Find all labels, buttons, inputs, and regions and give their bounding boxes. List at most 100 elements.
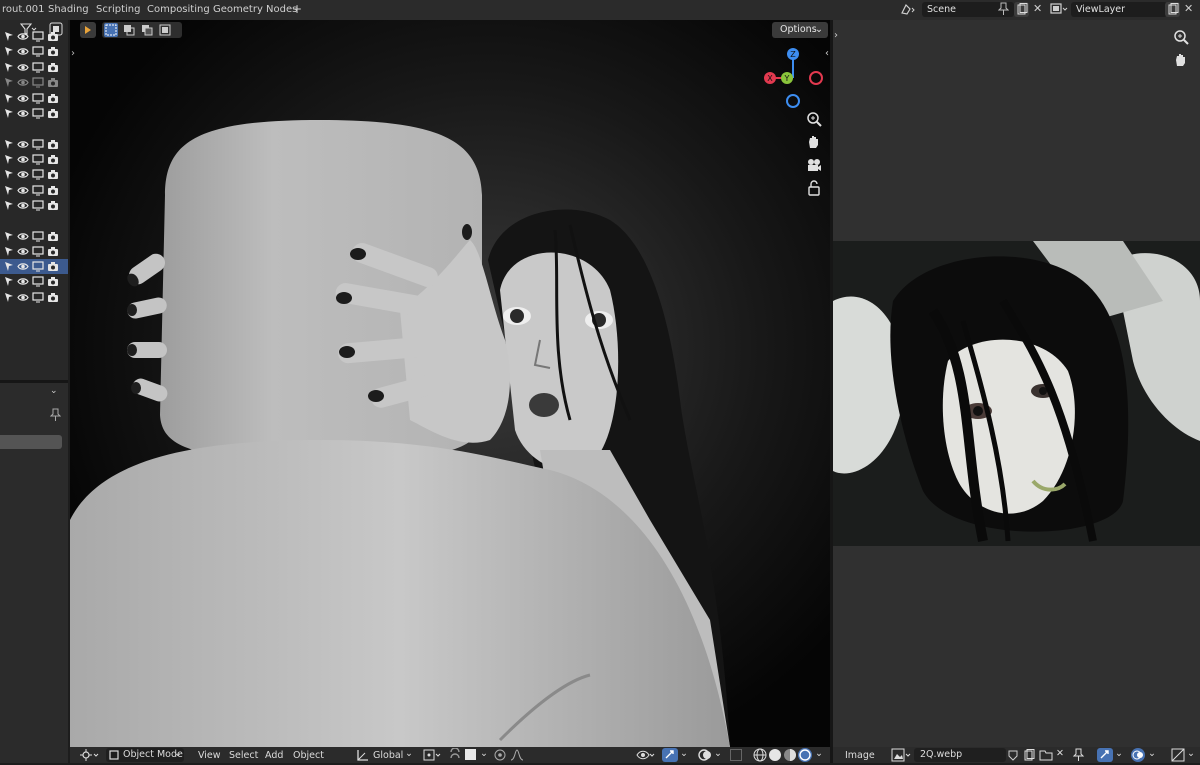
display-channels-icon[interactable] [1171,748,1185,765]
select-box-icon[interactable] [104,23,118,37]
outliner-row[interactable] [0,198,68,213]
menu-view[interactable]: View [198,750,221,761]
monitor-icon[interactable] [32,185,44,196]
lock-icon[interactable] [807,180,821,196]
eye-icon[interactable] [17,93,29,104]
view-layer-icon[interactable] [1050,2,1070,19]
selectable-icon[interactable] [4,46,14,57]
eye-icon[interactable] [17,62,29,73]
close-image-icon[interactable]: ✕ [1056,748,1064,759]
new-scene-button[interactable] [1014,2,1029,17]
axis-neg-z-ball[interactable] [786,94,800,108]
monitor-icon[interactable] [32,261,44,272]
fake-user-icon[interactable] [1007,749,1019,764]
material-shading-icon[interactable] [783,748,797,765]
eye-icon[interactable] [17,139,29,150]
gizmo-toggle-icon[interactable] [662,748,678,762]
menu-add[interactable]: Add [265,750,283,761]
chevron-left-icon[interactable]: ‹ [825,48,829,59]
render-camera-icon[interactable] [47,169,59,180]
options-button[interactable]: Options ⌄ [772,22,828,38]
falloff-icon[interactable] [510,749,524,764]
monitor-icon[interactable] [32,154,44,165]
render-camera-icon[interactable] [47,139,59,150]
outliner-row[interactable] [0,259,68,274]
outliner-row[interactable] [0,106,68,121]
render-camera-icon[interactable] [47,261,59,272]
outliner-row[interactable] [0,229,68,244]
render-camera-icon[interactable] [47,276,59,287]
overlays-icon[interactable] [698,748,712,765]
editor-type-icon[interactable] [80,748,100,765]
render-camera-icon[interactable] [47,292,59,303]
pin-icon[interactable] [997,2,1010,18]
monitor-icon[interactable] [32,246,44,257]
transform-orientation-dropdown[interactable]: Global [373,750,403,761]
proportional-edit-icon[interactable] [494,749,506,764]
eye-icon[interactable] [17,46,29,57]
image-editor[interactable]: › [833,20,1200,747]
outliner-row[interactable] [0,244,68,259]
eye-icon[interactable] [17,292,29,303]
solid-shading-icon[interactable] [768,748,782,765]
monitor-icon[interactable] [32,169,44,180]
outliner-row[interactable] [0,91,68,106]
selectable-icon[interactable] [4,154,14,165]
monitor-icon[interactable] [32,292,44,303]
outliner-row[interactable] [0,137,68,152]
outliner-row[interactable] [0,167,68,182]
select-subtract-icon[interactable] [140,23,154,40]
outliner-row[interactable] [0,152,68,167]
eye-icon[interactable] [17,276,29,287]
property-field[interactable] [0,435,62,449]
monitor-icon[interactable] [32,77,44,88]
snap-target-icon[interactable] [465,749,476,760]
image-browse-icon[interactable] [891,748,913,765]
selectable-icon[interactable] [4,62,14,73]
selectable-icon[interactable] [4,276,14,287]
outliner-row[interactable] [0,75,68,90]
menu-object[interactable]: Object [293,750,324,761]
eye-icon[interactable] [17,246,29,257]
pin-icon[interactable] [49,408,62,424]
tab-compositing[interactable]: Compositing [147,4,210,15]
eye-icon[interactable] [17,261,29,272]
selectable-icon[interactable] [4,93,14,104]
selectable-icon[interactable] [4,77,14,88]
close-view-layer-icon[interactable]: ✕ [1184,2,1193,15]
tab-geometry-nodes[interactable]: Geometry Nodes [213,4,297,15]
render-camera-icon[interactable] [47,31,59,42]
eye-icon[interactable] [17,200,29,211]
view-layer-field[interactable]: ViewLayer [1071,2,1167,17]
eye-icon[interactable] [17,77,29,88]
hand-pan-icon[interactable] [1173,52,1189,68]
render-camera-icon[interactable] [47,231,59,242]
mode-dropdown[interactable]: Object Mode ⌄ [106,748,184,762]
monitor-icon[interactable] [32,108,44,119]
overlays-icon[interactable] [1131,748,1145,762]
chevron-down-icon[interactable]: ⌄ [50,386,58,396]
monitor-icon[interactable] [32,93,44,104]
monitor-icon[interactable] [32,46,44,57]
axis-neg-x-ball[interactable] [809,71,823,85]
wireframe-shading-icon[interactable] [753,748,767,765]
scene-icon[interactable] [900,3,916,19]
monitor-icon[interactable] [32,31,44,42]
eye-icon[interactable] [17,108,29,119]
select-invert-icon[interactable] [158,23,172,40]
zoom-icon[interactable] [806,111,822,127]
chevron-right-icon[interactable]: › [834,30,838,41]
render-camera-icon[interactable] [47,246,59,257]
selectable-icon[interactable] [4,246,14,257]
selectable-icon[interactable] [4,185,14,196]
pivot-icon[interactable] [422,748,442,765]
outliner-row[interactable] [0,29,68,44]
monitor-icon[interactable] [32,62,44,73]
editor-type-button[interactable] [80,22,96,38]
render-camera-icon[interactable] [47,77,59,88]
add-workspace-button[interactable]: + [292,2,302,16]
monitor-icon[interactable] [32,276,44,287]
image-name-field[interactable]: 2Q.webp [914,748,1006,762]
rendered-shading-icon[interactable] [798,748,812,762]
outliner-row[interactable] [0,183,68,198]
